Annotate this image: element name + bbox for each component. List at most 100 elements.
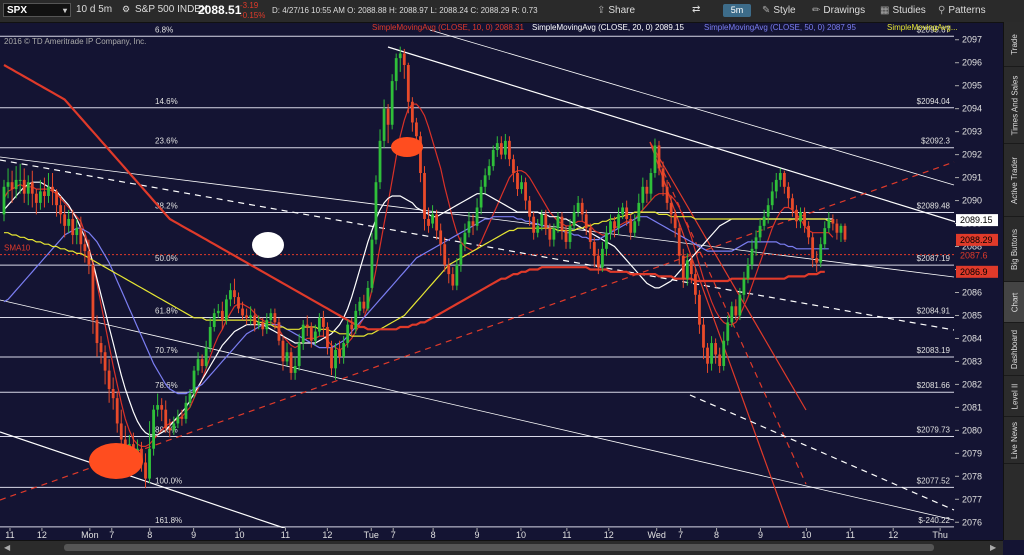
sidebar-tab-big-buttons[interactable]: Big Buttons [1004, 217, 1024, 282]
study-sma20-label[interactable]: SimpleMovingAvg (CLOSE, 20, 0) 2089.15 [532, 23, 684, 32]
candle-body [115, 398, 119, 424]
candle-body [281, 340, 285, 362]
candle-body [520, 182, 523, 190]
compare-icon[interactable]: ⇄ [692, 4, 700, 15]
candle-body [803, 212, 806, 226]
candle-body [463, 232, 467, 245]
fib-price-label: $2094.04 [917, 97, 951, 106]
candle-body [79, 228, 83, 245]
candle-body [382, 108, 386, 141]
candle-body [645, 186, 649, 194]
time-tick-label: 10 [235, 530, 245, 540]
candle-body [439, 230, 443, 245]
candle-body [455, 264, 459, 286]
fib-level-label: 50.0% [155, 254, 178, 263]
price-axis-background [955, 22, 1003, 540]
sidebar-tab-chart[interactable]: Chart [1004, 282, 1024, 323]
time-tick-label: 10 [801, 530, 811, 540]
share-label: Share [608, 5, 636, 16]
candle-body [55, 191, 58, 206]
candle-body [334, 349, 337, 369]
candle-body [326, 326, 329, 348]
sidebar-tab-dashboard[interactable]: Dashboard [1004, 323, 1024, 376]
chart-settings-info[interactable]: 10 d 5m [76, 4, 112, 15]
sidebar-tab-level-ii[interactable]: Level II [1004, 376, 1024, 417]
price-chart[interactable]: 6.8% $2095.6714.6% $2094.0423.6% $2092.338.… [0, 0, 1024, 554]
candle-body [685, 260, 689, 279]
candle-body [459, 244, 463, 265]
time-tick-label: 7 [109, 530, 114, 540]
time-tick-label: Mon [81, 530, 99, 540]
sidebar-tab-live-news[interactable]: Live News [1004, 417, 1024, 464]
pencil-icon: ✏ [812, 5, 821, 16]
scrollbar-thumb[interactable] [64, 544, 934, 551]
sidebar-tab-trade[interactable]: Trade [1004, 22, 1024, 67]
price-tick-label: 2084 [962, 333, 982, 343]
candle-body [512, 159, 515, 174]
timeframe-button[interactable]: 5m [723, 4, 751, 17]
patterns-button[interactable]: ⚲ Patterns [938, 3, 986, 18]
style-icon: ✎ [762, 5, 771, 16]
candle-body [265, 320, 269, 330]
study-sma-yellow-text: SimpleMovingAvg... [887, 23, 958, 32]
candle-body [370, 239, 374, 288]
share-button[interactable]: ⇪ Share [597, 3, 635, 18]
candle-body [176, 416, 180, 424]
candle-body [580, 202, 584, 215]
candle-body [536, 225, 540, 233]
candle-body [532, 216, 536, 233]
drawings-button[interactable]: ✏ Drawings [812, 3, 865, 18]
candle-body [87, 251, 91, 265]
price-tick-label: 2092 [962, 150, 982, 160]
candle-body [560, 216, 564, 231]
price-tick-label: 2095 [962, 81, 982, 91]
candle-body [629, 218, 633, 233]
candle-body [148, 448, 151, 479]
candle-body [673, 214, 677, 229]
study-sma20-text: SimpleMovingAvg (CLOSE, 20, 0) [532, 23, 653, 32]
candle-body [443, 244, 447, 265]
sidebar-tab-active-trader[interactable]: Active Trader [1004, 144, 1024, 217]
scroll-left-icon[interactable]: ◀ [4, 543, 10, 552]
sidebar-tab-label: Trade [1009, 33, 1019, 55]
study-sma10-label[interactable]: SimpleMovingAvg (CLOSE, 10, 0) 2088.31 [372, 23, 524, 32]
sidebar-tab-times-and-sales[interactable]: Times And Sales [1004, 67, 1024, 144]
candle-body [415, 122, 418, 137]
candle-body [160, 405, 164, 410]
time-tick-label: 9 [758, 530, 763, 540]
time-tick-label: 12 [604, 530, 614, 540]
study-legend: SimpleMovingAvg (CLOSE, 10, 0) 2088.31 S… [0, 22, 1000, 34]
price-tick-label: 2094 [962, 104, 982, 114]
candle-body [499, 143, 503, 155]
candle-body [317, 317, 321, 332]
candle-body [43, 191, 46, 196]
symbol-selector[interactable]: SPX ▾ [3, 3, 71, 17]
candle-body [220, 310, 224, 321]
price-badge-label: 2086.9 [960, 267, 988, 277]
studies-button[interactable]: ▦ Studies [880, 3, 926, 18]
price-tick-label: 2078 [962, 471, 982, 481]
settings-icon[interactable]: ⚙ [122, 4, 130, 15]
chart-toolbar: SPX ▾ 10 d 5m ⚙ S&P 500 INDEX 2088.51 -3.… [0, 0, 1024, 23]
candle-body [6, 182, 10, 187]
candle-body [22, 179, 26, 194]
candle-body [528, 200, 532, 217]
candle-body [34, 193, 38, 203]
price-tick-label: 2082 [962, 379, 982, 389]
study-sma50-label[interactable]: SimpleMovingAvg (CLOSE, 50, 0) 2087.95 [704, 23, 856, 32]
candle-body [406, 65, 410, 102]
candle-body [681, 255, 685, 279]
candle-body [330, 347, 333, 369]
candle-body [204, 347, 208, 367]
candle-body [233, 290, 236, 298]
patterns-label: Patterns [948, 5, 986, 16]
candle-body [156, 405, 160, 410]
chart-scrollbar[interactable]: ◀ ▶ [0, 540, 1003, 555]
style-button[interactable]: ✎ Style [762, 3, 796, 18]
candle-body [524, 182, 527, 201]
study-sma-yellow-label[interactable]: SimpleMovingAvg... [887, 23, 958, 32]
candle-body [596, 255, 600, 268]
sidebar-tab-label: Chart [1010, 292, 1019, 312]
scroll-right-icon[interactable]: ▶ [990, 543, 996, 552]
candle-body [241, 308, 244, 316]
